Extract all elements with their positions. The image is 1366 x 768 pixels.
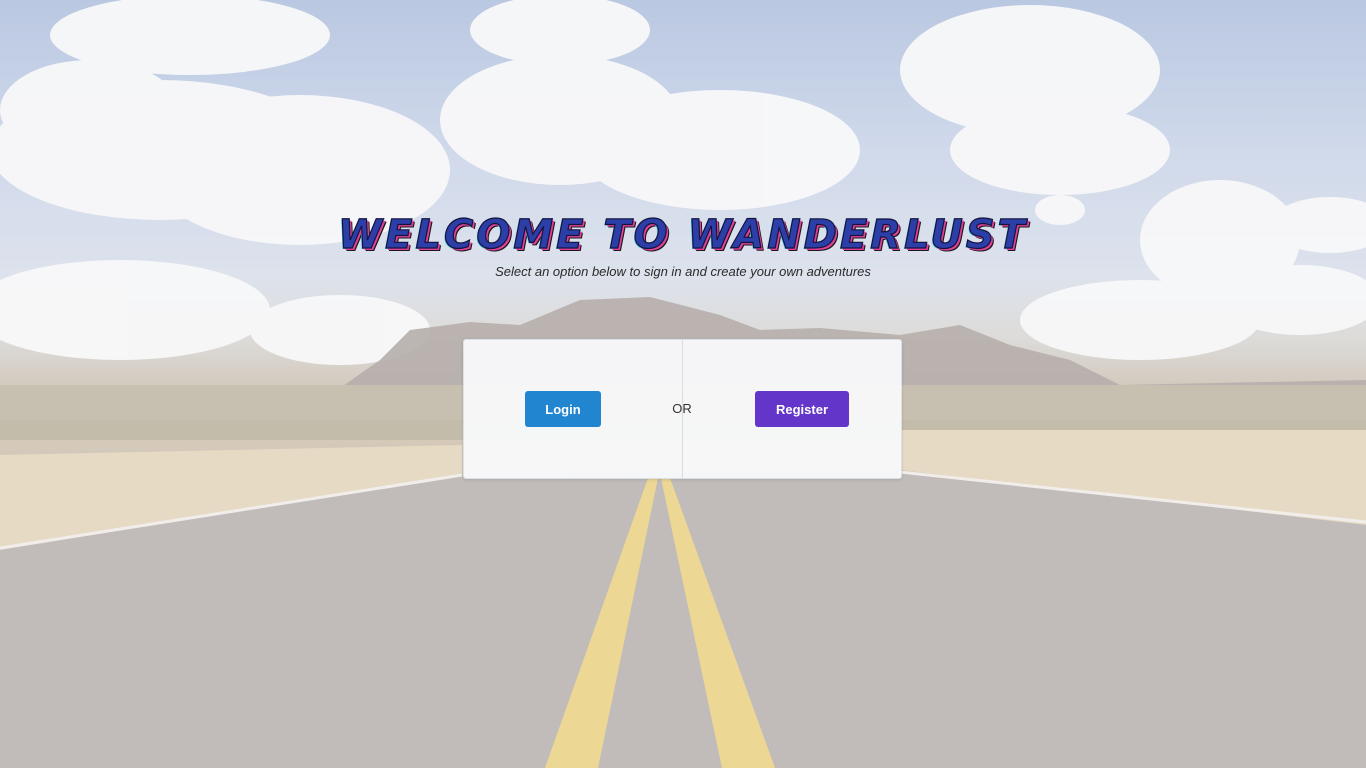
- hero-section: WELCOME TO WANDERLUST Select an option b…: [0, 208, 1366, 279]
- or-separator: OR: [672, 401, 692, 416]
- page-subtitle: Select an option below to sign in and cr…: [495, 264, 871, 279]
- login-button[interactable]: Login: [525, 391, 601, 427]
- page-title: WELCOME TO WANDERLUST: [337, 211, 1028, 258]
- register-button[interactable]: Register: [755, 391, 849, 427]
- landing-page: WELCOME TO WANDERLUST Select an option b…: [0, 0, 1366, 768]
- auth-options-panel: Login OR Register: [463, 339, 902, 479]
